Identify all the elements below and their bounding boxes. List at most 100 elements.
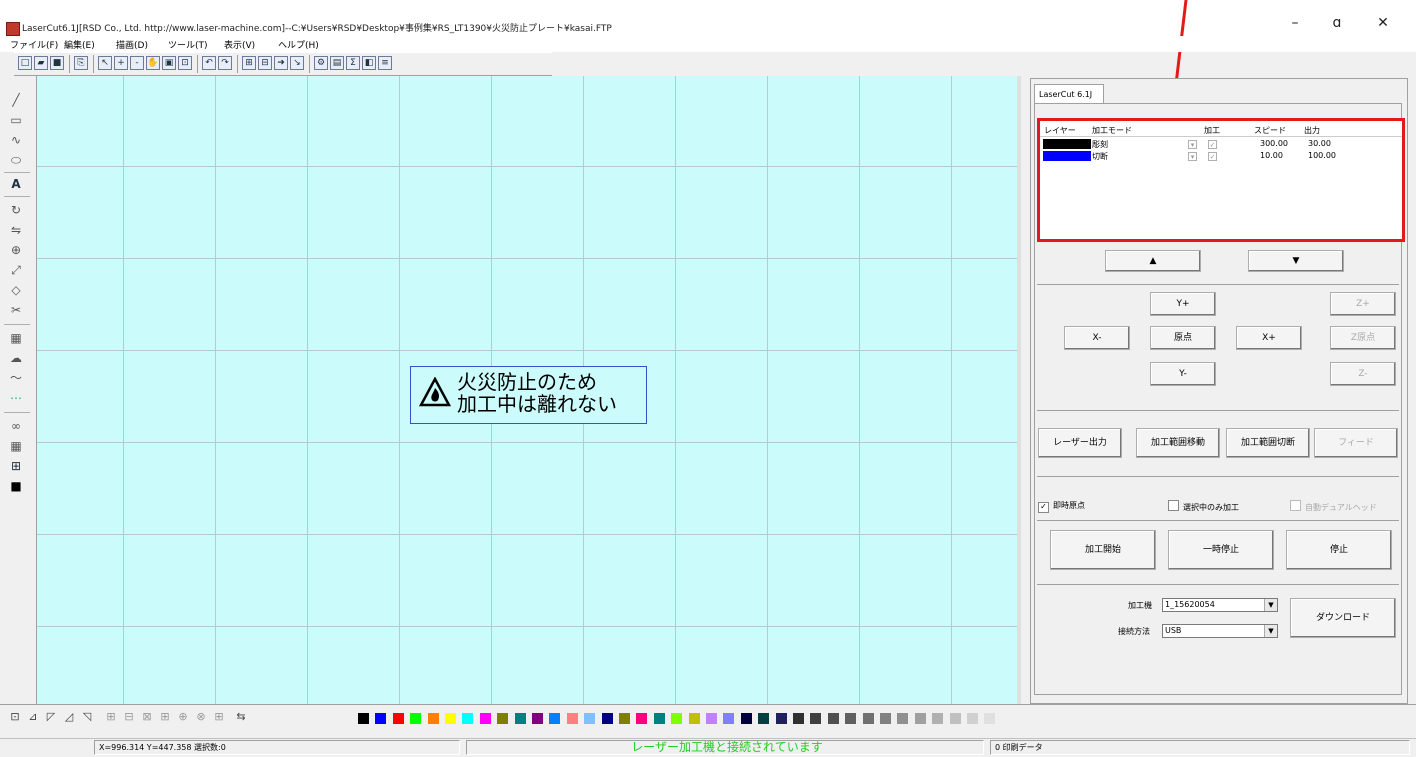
drawing-canvas[interactable]: 火災防止のため 加工中は離れない (37, 76, 1017, 704)
center-align-icon[interactable]: ⊗ (194, 710, 208, 724)
palette-swatch[interactable] (723, 713, 734, 724)
zoom-fit-icon[interactable]: ▣ (162, 56, 176, 70)
palette-swatch[interactable] (584, 713, 595, 724)
palette-swatch[interactable] (567, 713, 578, 724)
palette-swatch[interactable] (532, 713, 543, 724)
scale-icon[interactable]: ⤢ (8, 262, 24, 278)
zoom-window-icon[interactable]: ⊡ (178, 56, 192, 70)
menu-tools[interactable]: ツール(T) (168, 38, 208, 51)
cut-icon[interactable]: ✂ (8, 302, 24, 318)
palette-swatch[interactable] (828, 713, 839, 724)
sum-icon[interactable]: Σ (346, 56, 360, 70)
new-icon[interactable]: □ (18, 56, 32, 70)
palette-swatch[interactable] (480, 713, 491, 724)
selected-only-checkbox[interactable]: 選択中のみ加工 (1168, 500, 1239, 513)
palette-swatch[interactable] (619, 713, 630, 724)
combine-icon[interactable]: ∞ (8, 418, 24, 434)
settings-icon[interactable]: ⚙ (314, 56, 328, 70)
palette-swatch[interactable] (445, 713, 456, 724)
instant-origin-checkbox[interactable]: ✓ 即時原点 (1038, 500, 1085, 513)
smooth-icon[interactable]: 〜 (8, 370, 24, 386)
rotate-icon[interactable]: ↻ (8, 202, 24, 218)
save-icon[interactable]: ■ (50, 56, 64, 70)
layer-color-swatch[interactable] (1043, 139, 1091, 149)
layer-mode[interactable]: 切断 (1092, 151, 1108, 162)
params-icon[interactable]: ≡ (378, 56, 392, 70)
import-icon[interactable]: ⎘ (74, 56, 88, 70)
dotted-icon[interactable]: ⋯ (8, 390, 24, 406)
display-icon[interactable]: ▤ (330, 56, 344, 70)
laser-output-button[interactable]: レーザー出力 (1038, 428, 1122, 458)
offset-icon[interactable]: ☁ (8, 350, 24, 366)
select-icon[interactable]: ↖ (98, 56, 112, 70)
align-top-right-icon[interactable]: ◹ (80, 710, 94, 724)
palette-swatch[interactable] (967, 713, 978, 724)
menu-file[interactable]: ファイル(F) (10, 38, 58, 51)
zoom-out-icon[interactable]: - (130, 56, 144, 70)
palette-swatch[interactable] (793, 713, 804, 724)
menu-draw[interactable]: 描画(D) (116, 38, 148, 51)
layer-color-swatch[interactable] (1043, 151, 1091, 161)
y-plus-button[interactable]: Y+ (1150, 292, 1216, 316)
layer-process-checkbox[interactable]: ✓ (1208, 140, 1217, 149)
palette-swatch[interactable] (671, 713, 682, 724)
node-icon[interactable]: ◇ (8, 282, 24, 298)
z-origin-button[interactable]: Z原点 (1330, 326, 1396, 350)
align-bottom-right-icon[interactable]: ◿ (62, 710, 76, 724)
maximize-button[interactable]: ɑ (1322, 12, 1352, 34)
layer-down-button[interactable]: ▼ (1248, 250, 1344, 272)
connection-select[interactable]: USB ▼ (1162, 624, 1278, 638)
sort-icon[interactable]: ⇆ (234, 710, 248, 724)
palette-swatch[interactable] (515, 713, 526, 724)
palette-swatch[interactable] (654, 713, 665, 724)
grid-align-icon[interactable]: ⊞ (212, 710, 226, 724)
origin-button[interactable]: 原点 (1150, 326, 1216, 350)
range-cut-button[interactable]: 加工範囲切断 (1226, 428, 1310, 458)
group-icon[interactable]: ⊟ (258, 56, 272, 70)
equal-height-icon[interactable]: ⊕ (176, 710, 190, 724)
layer-power[interactable]: 100.00 (1308, 151, 1336, 160)
layer-process-checkbox[interactable]: ✓ (1208, 152, 1217, 161)
layer-speed[interactable]: 300.00 (1260, 139, 1288, 148)
menu-view[interactable]: 表示(V) (224, 38, 255, 51)
palette-swatch[interactable] (932, 713, 943, 724)
zoom-in-icon[interactable]: + (114, 56, 128, 70)
mirror-icon[interactable]: ⇋ (8, 222, 24, 238)
menu-help[interactable]: ヘルプ(H) (278, 38, 319, 51)
palette-swatch[interactable] (393, 713, 404, 724)
palette-swatch[interactable] (863, 713, 874, 724)
array-copy-icon[interactable]: ⊞ (8, 458, 24, 474)
align-box-icon[interactable]: ⊡ (8, 710, 22, 724)
distribute-v-icon[interactable]: ⊠ (140, 710, 154, 724)
palette-swatch[interactable] (984, 713, 995, 724)
redo-icon[interactable]: ↷ (218, 56, 232, 70)
layer-mode-dropdown[interactable]: ▾ (1188, 140, 1197, 149)
auto-dual-checkbox[interactable]: 自動デュアルヘッド (1290, 500, 1377, 513)
curve-tool-icon[interactable]: ∿ (8, 132, 24, 148)
color-icon[interactable]: ■ (8, 478, 24, 494)
fill-icon[interactable]: ▦ (8, 330, 24, 346)
equal-width-icon[interactable]: ⊞ (158, 710, 172, 724)
palette-swatch[interactable] (636, 713, 647, 724)
palette-swatch[interactable] (358, 713, 369, 724)
palette-swatch[interactable] (428, 713, 439, 724)
feed-button[interactable]: フィード (1314, 428, 1398, 458)
layer-power[interactable]: 30.00 (1308, 139, 1331, 148)
menu-edit[interactable]: 編集(E) (64, 38, 95, 51)
align-top-left-icon[interactable]: ◸ (44, 710, 58, 724)
selected-sign-object[interactable]: 火災防止のため 加工中は離れない (410, 366, 647, 424)
palette-swatch[interactable] (410, 713, 421, 724)
align-icon[interactable]: ⊞ (242, 56, 256, 70)
line-icon[interactable]: ↘ (290, 56, 304, 70)
download-button[interactable]: ダウンロード (1290, 598, 1396, 638)
align-left-bottom-icon[interactable]: ⊿ (26, 710, 40, 724)
ellipse-tool-icon[interactable]: ⬭ (8, 152, 24, 168)
preview-icon[interactable]: ◧ (362, 56, 376, 70)
open-icon[interactable]: ▰ (34, 56, 48, 70)
arrow-icon[interactable]: ➜ (274, 56, 288, 70)
machine-select[interactable]: 1_15620054 ▼ (1162, 598, 1278, 612)
palette-swatch[interactable] (880, 713, 891, 724)
tab-lasercut[interactable]: LaserCut 6.1J (1034, 84, 1104, 104)
palette-swatch[interactable] (497, 713, 508, 724)
undo-icon[interactable]: ↶ (202, 56, 216, 70)
